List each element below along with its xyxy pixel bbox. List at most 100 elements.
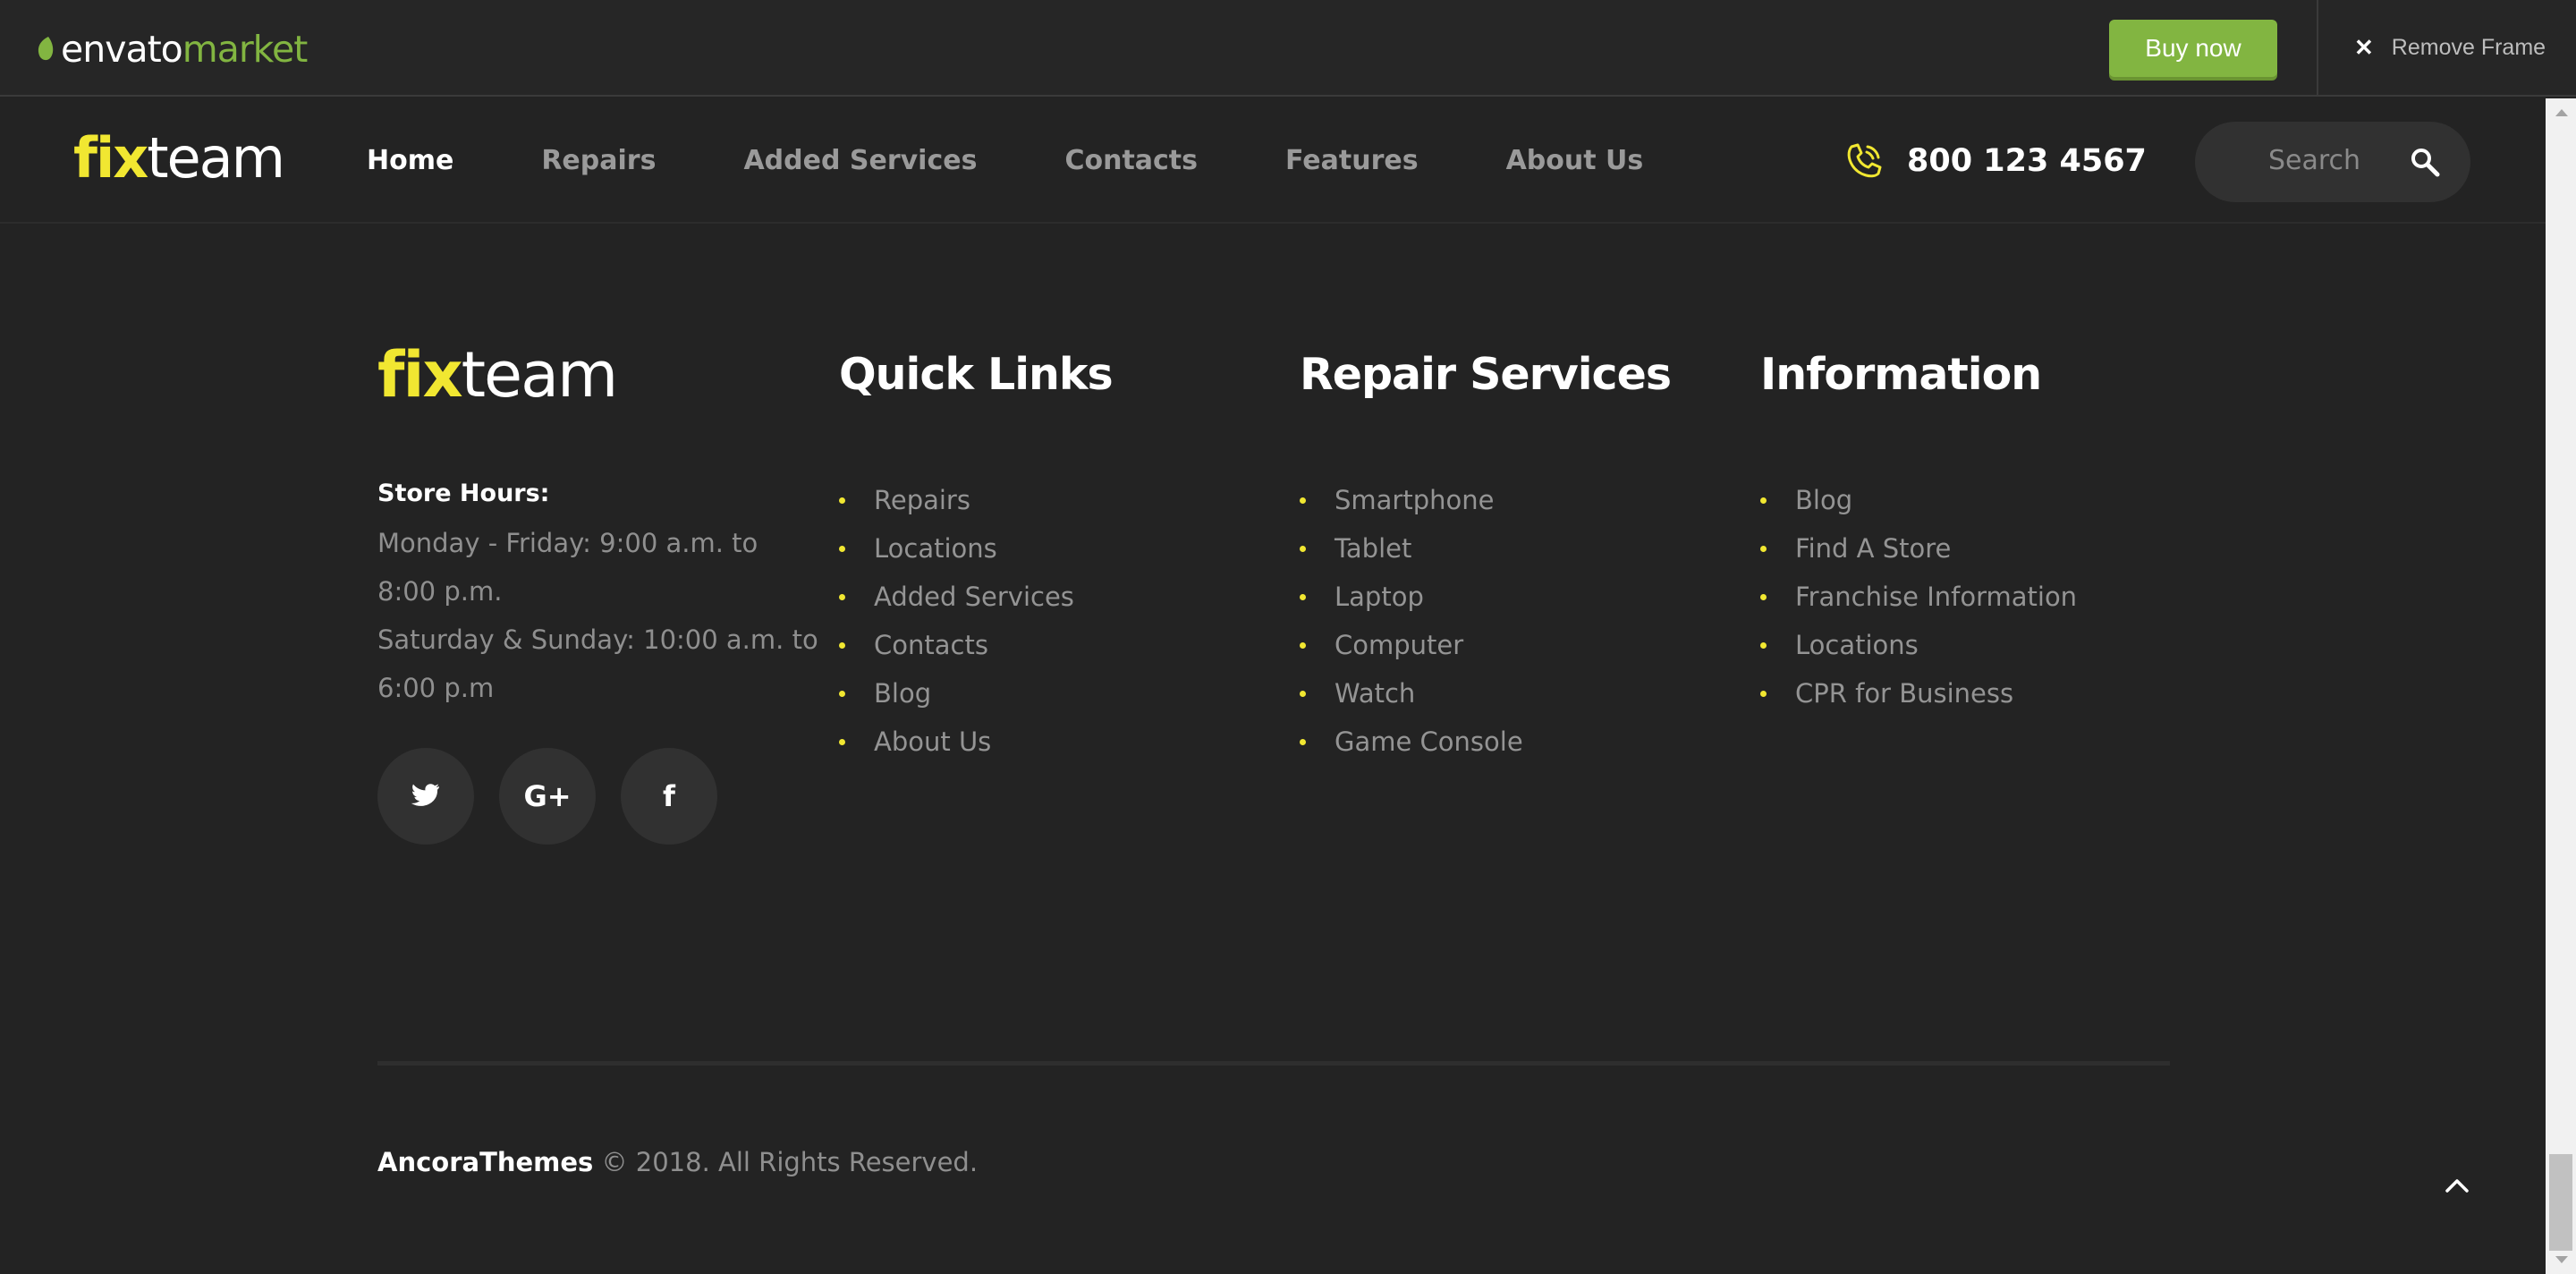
bullet-icon (839, 738, 845, 745)
store-hours-line: Monday - Friday: 9:00 a.m. to (377, 528, 758, 558)
scroll-thumb[interactable] (2549, 1154, 2572, 1251)
main-nav: Home Repairs Added Services Contacts Fea… (367, 145, 1731, 176)
back-to-top-icon[interactable] (2444, 1172, 2470, 1199)
buy-now-button[interactable]: Buy now (2109, 20, 2277, 77)
nav-item-repairs[interactable]: Repairs (541, 145, 656, 176)
store-hours-line: 6:00 p.m (377, 673, 495, 703)
page-scrollbar[interactable] (2546, 98, 2576, 1274)
facebook-button[interactable]: f (621, 748, 717, 845)
link-label: Tablet (1335, 533, 1412, 564)
remove-frame-label: Remove Frame (2391, 34, 2546, 60)
bullet-icon (1760, 641, 1767, 649)
header-logo[interactable]: fixteam (73, 125, 285, 191)
logo-fix: fix (377, 338, 463, 412)
link-label: Watch (1335, 678, 1416, 709)
bullet-icon (1300, 641, 1306, 649)
nav-item-about-us[interactable]: About Us (1506, 145, 1644, 176)
link-label: Computer (1335, 630, 1464, 660)
link-label: About Us (874, 726, 992, 757)
list-item[interactable]: Smartphone (1300, 476, 1523, 524)
store-hours-line: 8:00 p.m. (377, 576, 503, 607)
bullet-icon (1760, 497, 1767, 504)
twitter-icon (411, 784, 439, 806)
list-item[interactable]: Locations (839, 524, 1074, 573)
link-label: Game Console (1335, 726, 1523, 757)
link-label: Locations (1795, 630, 1919, 660)
repair-services-list: Smartphone Tablet Laptop Computer Watch … (1300, 476, 1523, 766)
scroll-down-arrow-icon[interactable] (2555, 1256, 2568, 1263)
store-hours-line: Saturday & Sunday: 10:00 a.m. to (377, 624, 818, 655)
search-placeholder: Search (2268, 145, 2361, 176)
list-item[interactable]: Find A Store (1760, 524, 2077, 573)
list-item[interactable]: Added Services (839, 573, 1074, 621)
bullet-icon (1300, 545, 1306, 552)
quick-links-list: Repairs Locations Added Services Contact… (839, 476, 1074, 766)
logo-fix: fix (73, 125, 148, 191)
footer-logo[interactable]: fixteam (377, 338, 619, 412)
envato-top-bar: envato market Buy now ✕ Remove Frame (0, 0, 2576, 97)
footer-divider (377, 1061, 2170, 1066)
link-label: Added Services (874, 582, 1074, 612)
nav-item-home[interactable]: Home (367, 145, 453, 176)
list-item[interactable]: Laptop (1300, 573, 1523, 621)
search-icon[interactable] (2410, 147, 2440, 177)
scroll-up-arrow-icon[interactable] (2555, 109, 2568, 116)
remove-frame-button[interactable]: ✕ Remove Frame (2354, 32, 2546, 63)
link-label: CPR for Business (1795, 678, 2014, 709)
bullet-icon (839, 690, 845, 697)
logo-team: team (461, 338, 619, 412)
facebook-icon: f (663, 779, 675, 813)
bullet-icon (1760, 545, 1767, 552)
copyright-text: © 2018. All Rights Reserved. (601, 1147, 979, 1177)
list-item[interactable]: About Us (839, 718, 1074, 766)
phone-number: 800 123 4567 (1907, 143, 2147, 179)
list-item[interactable]: Blog (839, 669, 1074, 718)
link-label: Locations (874, 533, 997, 564)
link-label: Find A Store (1795, 533, 1952, 564)
information-list: Blog Find A Store Franchise Information … (1760, 476, 2077, 718)
list-item[interactable]: Contacts (839, 621, 1074, 669)
list-item[interactable]: Game Console (1300, 718, 1523, 766)
envato-logo[interactable]: envato market (36, 27, 308, 72)
search-input[interactable]: Search (2195, 122, 2470, 202)
link-label: Smartphone (1335, 485, 1495, 515)
list-item[interactable]: Franchise Information (1760, 573, 2077, 621)
list-item[interactable]: Computer (1300, 621, 1523, 669)
google-plus-button[interactable]: G+ (499, 748, 596, 845)
bullet-icon (839, 545, 845, 552)
logo-team: team (147, 125, 285, 191)
copyright-brand-link[interactable]: AncoraThemes (377, 1147, 593, 1177)
bullet-icon (839, 497, 845, 504)
bullet-icon (1300, 497, 1306, 504)
bullet-icon (1300, 738, 1306, 745)
link-label: Blog (874, 678, 932, 709)
nav-item-features[interactable]: Features (1285, 145, 1419, 176)
quick-links-title: Quick Links (839, 349, 1114, 400)
nav-item-added-services[interactable]: Added Services (743, 145, 977, 176)
link-label: Laptop (1335, 582, 1424, 612)
list-item[interactable]: CPR for Business (1760, 669, 2077, 718)
bullet-icon (1300, 690, 1306, 697)
information-title: Information (1760, 349, 2042, 400)
link-label: Blog (1795, 485, 1853, 515)
divider (2317, 0, 2318, 97)
list-item[interactable]: Locations (1760, 621, 2077, 669)
bullet-icon (1300, 593, 1306, 600)
bullet-icon (839, 641, 845, 649)
twitter-button[interactable] (377, 748, 474, 845)
list-item[interactable]: Repairs (839, 476, 1074, 524)
list-item[interactable]: Watch (1300, 669, 1523, 718)
phone-contact[interactable]: 800 123 4567 (1843, 140, 2147, 183)
close-icon: ✕ (2354, 33, 2374, 61)
bullet-icon (1760, 593, 1767, 600)
link-label: Contacts (874, 630, 988, 660)
repair-services-title: Repair Services (1300, 349, 1672, 400)
google-plus-icon: G+ (523, 779, 572, 813)
link-label: Repairs (874, 485, 970, 515)
list-item[interactable]: Blog (1760, 476, 2077, 524)
phone-icon (1847, 143, 1882, 178)
site-header: fixteam Home Repairs Added Services Cont… (0, 98, 2546, 224)
bullet-icon (1760, 690, 1767, 697)
nav-item-contacts[interactable]: Contacts (1064, 145, 1198, 176)
list-item[interactable]: Tablet (1300, 524, 1523, 573)
